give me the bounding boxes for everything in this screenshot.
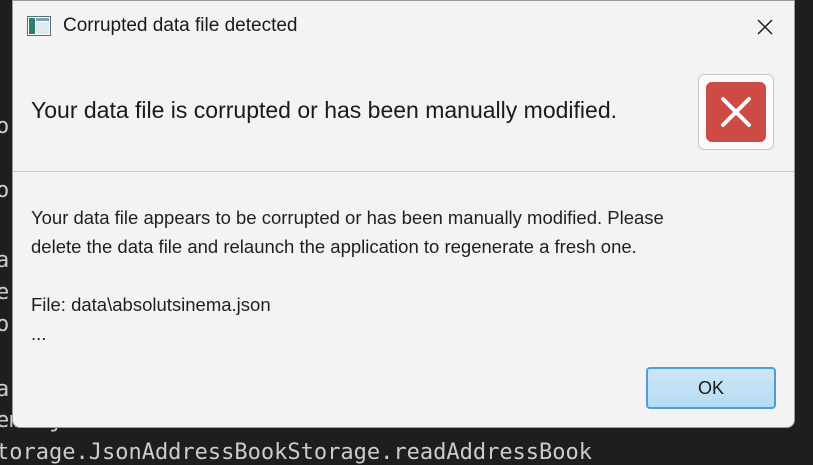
- error-icon-frame: [698, 74, 774, 150]
- close-icon: [757, 19, 773, 35]
- ellipsis-text: ...: [31, 323, 47, 344]
- error-x-icon: [706, 82, 766, 142]
- terminal-line: a: [0, 248, 10, 273]
- terminal-line: o: [0, 114, 10, 139]
- close-button[interactable]: [736, 1, 794, 53]
- terminal-line: torage.JsonAddressBookStorage.readAddres…: [0, 440, 593, 465]
- terminal-line: o: [0, 312, 10, 337]
- message-line: delete the data file and relaunch the ap…: [31, 236, 637, 257]
- file-path-text: File: data\absolutsinema.json: [31, 294, 271, 315]
- ok-button[interactable]: OK: [646, 367, 776, 409]
- terminal-line: e: [0, 280, 10, 305]
- header-text: Your data file is corrupted or has been …: [31, 97, 617, 123]
- header-divider: [13, 171, 794, 172]
- title-bar[interactable]: Corrupted data file detected: [13, 1, 794, 53]
- app-window-icon: [27, 16, 51, 36]
- window-title: Corrupted data file detected: [63, 15, 298, 36]
- dialog-header: Your data file is corrupted or has been …: [13, 53, 794, 171]
- terminal-line: a: [0, 377, 10, 402]
- message-line: Your data file appears to be corrupted o…: [31, 207, 664, 228]
- terminal-line: o: [0, 178, 10, 203]
- dialog-content: Your data file appears to be corrupted o…: [31, 203, 771, 348]
- error-dialog: Corrupted data file detected Your data f…: [12, 0, 795, 428]
